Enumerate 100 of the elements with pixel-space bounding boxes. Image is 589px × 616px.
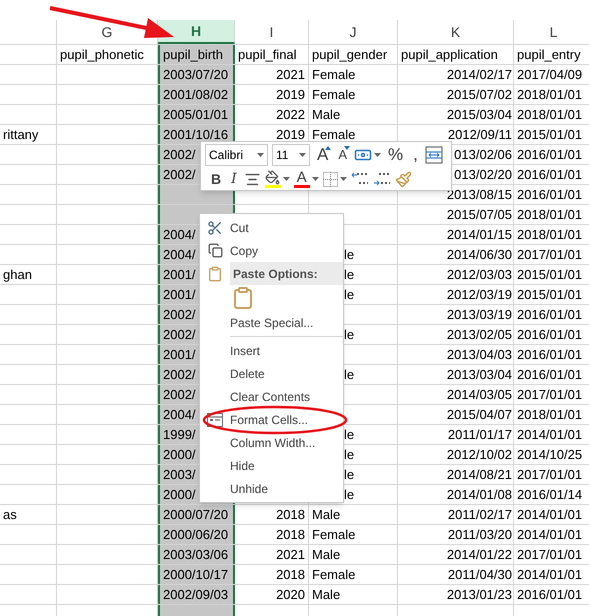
table-cell-text: ghan xyxy=(3,266,32,284)
table-cell-text: 2016/01/01 xyxy=(517,366,582,384)
table-cell-text: 2016/01/14 xyxy=(517,486,582,504)
table-cell-text: 2022 xyxy=(276,106,305,124)
borders-icon[interactable] xyxy=(322,172,338,186)
table-cell-text: Male xyxy=(312,506,340,524)
table-cell-text: as xyxy=(3,506,17,524)
table-cell-text: 2018/01/01 xyxy=(517,226,582,244)
table-cell-text: 2014/03/05 xyxy=(446,386,512,404)
table-cell-text: 2013/02/05 xyxy=(446,326,512,344)
table-cell-text: 2016/01/01 xyxy=(517,186,582,204)
selected-cell: 2005/01/01 xyxy=(158,105,235,124)
column-header[interactable]: G xyxy=(102,22,112,42)
caret-icon[interactable] xyxy=(257,153,264,157)
selected-cell: 2000/07/20 xyxy=(158,505,235,524)
clipboard-icon[interactable] xyxy=(231,286,255,310)
grow-font-button[interactable]: A xyxy=(314,144,332,166)
table-cell-text: Female xyxy=(312,566,356,584)
table-cell-text: 2013/01/23 xyxy=(446,586,512,604)
field-name: pupil_application xyxy=(401,46,498,64)
table-cell-text: le xyxy=(343,426,354,444)
table-cell-text: 2014/10/25 xyxy=(517,446,582,464)
table-cell-text: 2015/01/01 xyxy=(517,286,582,304)
format-button[interactable]: , xyxy=(410,144,421,166)
column-header[interactable]: I xyxy=(270,22,274,42)
table-cell-text: Male xyxy=(312,586,340,604)
column-header[interactable]: H xyxy=(190,20,202,42)
table-cell-text: 2015/01/01 xyxy=(517,266,582,284)
fill-color-button[interactable] xyxy=(264,170,281,188)
table-cell-text: 2011/01/17 xyxy=(448,426,512,444)
triangle-icon xyxy=(325,146,332,150)
table-cell-text: le xyxy=(343,466,354,484)
table-cell-text: 2017/04/09 xyxy=(517,66,582,84)
shrink-font-button[interactable]: A xyxy=(335,144,350,166)
table-cell-text: 2016/01/01 xyxy=(517,306,582,324)
table-cell-text: 2012/10/02 xyxy=(446,446,512,464)
caret-icon[interactable] xyxy=(282,177,290,181)
column-header[interactable]: L xyxy=(550,22,558,42)
table-cell-text: 2012/03/03 xyxy=(446,266,512,284)
table-cell-text: Female xyxy=(312,66,356,84)
table-cell-text: 2015/01/01 xyxy=(517,126,582,144)
copy-icon xyxy=(208,243,222,258)
field-name: pupil_phonetic xyxy=(60,46,144,64)
table-cell-text: 2016/01/01 xyxy=(517,326,582,344)
table-cell-text: 2014/06/30 xyxy=(446,246,512,264)
table-cell-text: 2016/01/01 xyxy=(517,166,582,184)
caret-icon[interactable] xyxy=(374,153,382,157)
table-cell-text: 2013/04/03 xyxy=(446,346,512,364)
table-cell-text: 2016/01/01 xyxy=(517,346,582,364)
field-name: pupil_entry xyxy=(517,46,581,64)
table-cell-text: 2014/02/17 xyxy=(446,66,512,84)
table-cell-text: 2016/01/01 xyxy=(517,586,582,604)
table-cell-text: 2015/03/04 xyxy=(446,106,512,124)
table-cell-text: 2017/01/01 xyxy=(517,246,582,264)
table-cell-text: 2018 xyxy=(276,526,305,544)
caret-icon[interactable] xyxy=(299,153,306,157)
table-cell-text: le xyxy=(343,486,354,504)
table-cell-text: 2011/03/20 xyxy=(448,526,512,544)
table-cell-text: 2014/01/01 xyxy=(517,526,582,544)
table-cell-text: 2014/01/01 xyxy=(517,506,582,524)
table-cell-text: 2017/01/01 xyxy=(517,466,582,484)
decrease-decimal-icon[interactable] xyxy=(372,171,391,187)
table-cell-text: 013/02/20 xyxy=(454,166,512,184)
table-cell-text: 2015/07/05 xyxy=(446,206,512,224)
table-cell-text: 2014/08/21 xyxy=(446,466,512,484)
clipboard-icon xyxy=(207,266,223,282)
table-cell-text: 2014/01/22 xyxy=(446,546,512,564)
table-cell-text: 2015/04/07 xyxy=(446,406,512,424)
table-cell-text: 2015/07/02 xyxy=(446,86,512,104)
table-cell-text: 013/02/06 xyxy=(454,146,512,164)
table-cell-text: 2014/01/01 xyxy=(517,566,582,584)
table-cell-text: 2016/01/01 xyxy=(517,146,582,164)
caret-icon[interactable] xyxy=(340,177,347,181)
table-cell-text: 2012/09/11 xyxy=(448,126,512,144)
menu-section-header: Paste Options: xyxy=(230,262,343,285)
table-cell-text: Male xyxy=(312,546,340,564)
column-header[interactable]: J xyxy=(350,22,356,42)
font-size-field[interactable]: 11 xyxy=(272,144,310,166)
selected-cell: 2000/10/17 xyxy=(158,565,235,584)
format-button[interactable]: % xyxy=(385,144,406,166)
font-name-field[interactable]: Calibri xyxy=(205,144,268,166)
increase-decimal-icon[interactable] xyxy=(350,171,369,187)
selected-cell: 2001/08/02 xyxy=(158,85,235,104)
table-cell-text: 2019 xyxy=(276,126,305,144)
table-cell-text: 2014/01/08 xyxy=(446,486,512,504)
selected-cell: 2003/03/06 xyxy=(158,545,235,564)
table-cell-text: Female xyxy=(312,126,356,144)
table-cell-text: Male xyxy=(312,106,340,124)
column-width-icon[interactable] xyxy=(424,146,443,164)
table-cell-text: 2018 xyxy=(276,506,305,524)
column-header[interactable]: K xyxy=(450,22,460,42)
table-cell-text: le xyxy=(343,246,354,264)
caret-icon[interactable] xyxy=(312,177,319,181)
table-cell-text: 2018/01/01 xyxy=(517,206,582,224)
selected-cell: 2003/07/20 xyxy=(158,65,235,84)
font-color-button[interactable]: A xyxy=(294,170,310,188)
table-cell-text: 2021 xyxy=(276,546,305,564)
table-cell-text: rittany xyxy=(3,126,38,144)
selected-cell: 2002/09/03 xyxy=(158,585,235,604)
table-cell-text: 2018/01/01 xyxy=(517,106,582,124)
